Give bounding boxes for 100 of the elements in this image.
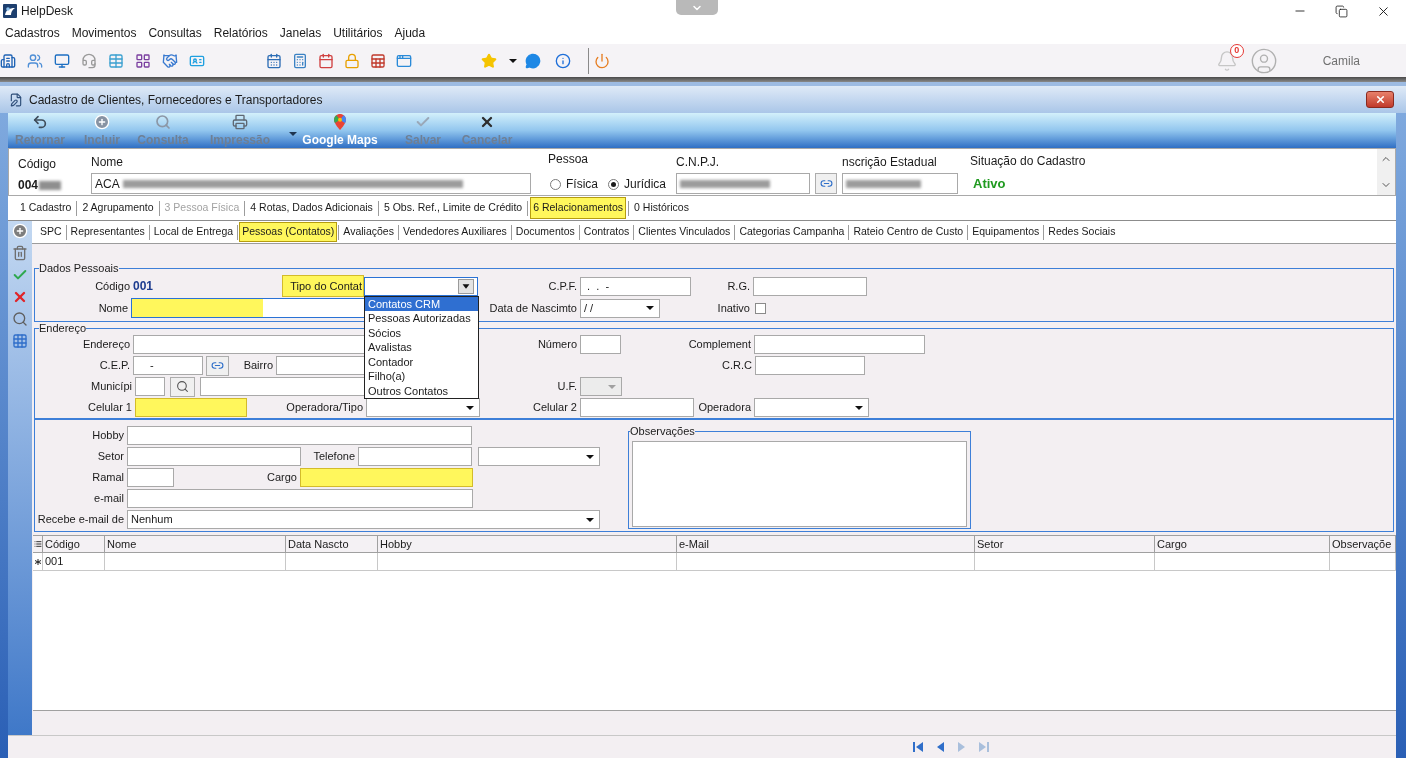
tab[interactable]: 4 Rotas, Dados Adicionais	[247, 197, 376, 219]
input-field[interactable]	[200, 377, 365, 396]
tab[interactable]: Contratos	[580, 222, 633, 242]
calculator-icon[interactable]	[292, 52, 308, 69]
dropdown-option[interactable]: Outros Contatos	[365, 383, 478, 398]
tab[interactable]: Redes Sociais	[1045, 222, 1119, 242]
input-field[interactable]	[135, 377, 165, 396]
notification-bell-icon[interactable]	[1215, 49, 1238, 72]
menu-item[interactable]: Janelas	[279, 24, 322, 42]
tab[interactable]: Equipamentos	[969, 222, 1043, 242]
window-icon[interactable]	[396, 52, 412, 69]
tab[interactable]: Categorias Campanha	[736, 222, 848, 242]
input-field[interactable]	[753, 276, 867, 296]
user-avatar-icon[interactable]	[1249, 46, 1278, 75]
search-icon[interactable]	[12, 311, 28, 327]
input-field[interactable]	[133, 335, 365, 354]
input-field[interactable]: -	[133, 356, 203, 375]
lock-icon[interactable]	[344, 52, 360, 69]
calendar-icon[interactable]	[318, 52, 334, 69]
table-icon[interactable]	[108, 52, 124, 69]
headset-icon[interactable]	[81, 52, 97, 69]
input-field[interactable]	[580, 398, 694, 417]
tab[interactable]: SPC	[37, 222, 65, 242]
input-field[interactable]	[135, 398, 247, 417]
input-field[interactable]	[127, 468, 174, 487]
input-field[interactable]	[127, 489, 473, 508]
column-header[interactable]: Código	[43, 536, 105, 552]
chat-bubble-icon[interactable]	[525, 52, 541, 69]
menu-item[interactable]: Movimentos	[71, 24, 137, 42]
monitor-icon[interactable]	[54, 52, 70, 69]
radio-option[interactable]: Jurídica	[608, 175, 667, 193]
input-field[interactable]	[842, 173, 958, 194]
column-header[interactable]: Nome	[105, 536, 286, 552]
text-area[interactable]	[632, 441, 967, 527]
menu-item[interactable]: Ajuda	[394, 24, 426, 42]
search-button[interactable]	[206, 355, 229, 376]
column-header[interactable]: Setor	[975, 536, 1155, 552]
caret-down-icon[interactable]	[509, 58, 517, 63]
close-button[interactable]	[1366, 91, 1394, 108]
search-button[interactable]	[815, 173, 837, 194]
combo-box[interactable]: / /	[580, 298, 660, 318]
spreadsheet-icon[interactable]	[370, 52, 386, 69]
dropdown-option[interactable]: Sócios	[365, 325, 478, 340]
input-field[interactable]	[358, 447, 472, 466]
tab[interactable]: 2 Agrupamento	[79, 197, 157, 219]
input-field[interactable]	[131, 298, 365, 318]
grid-icon[interactable]	[12, 333, 28, 349]
dropdown-option[interactable]: Contador	[365, 354, 478, 369]
dropdown-option[interactable]: Pessoas Autorizadas	[365, 311, 478, 326]
tab[interactable]: 5 Obs. Ref., Limite de Crédito	[380, 197, 526, 219]
building-icon[interactable]	[0, 52, 16, 69]
dropdown-option[interactable]: Contatos CRM	[365, 296, 478, 311]
tab[interactable]: Rateio Centro de Custo	[850, 222, 967, 242]
trash-icon[interactable]	[12, 245, 28, 261]
first-page-icon[interactable]	[913, 742, 923, 752]
input-field[interactable]	[300, 468, 473, 487]
star-icon[interactable]	[481, 52, 497, 69]
tab[interactable]: 6 Relacionamentos	[530, 197, 627, 219]
people-icon[interactable]	[27, 52, 43, 69]
tab[interactable]: Local de Entrega	[150, 222, 237, 242]
column-header[interactable]: Hobby	[378, 536, 677, 552]
previous-page-icon[interactable]	[935, 742, 945, 752]
tab[interactable]: Avaliações	[340, 222, 397, 242]
input-field[interactable]	[676, 173, 810, 194]
scrollbar[interactable]	[1377, 149, 1395, 195]
collapse-tab-button[interactable]	[676, 0, 718, 15]
handshake-icon[interactable]	[162, 52, 178, 69]
input-field[interactable]	[754, 335, 925, 354]
tab[interactable]: Documentos	[512, 222, 578, 242]
menu-item[interactable]: Cadastros	[5, 24, 60, 42]
tab[interactable]: Clientes Vinculados	[635, 222, 734, 242]
search-button[interactable]	[170, 376, 195, 397]
column-header[interactable]: e-Mail	[677, 536, 975, 552]
column-header[interactable]: Data Nascto	[286, 536, 378, 552]
plus-circle-icon[interactable]	[12, 223, 28, 239]
input-field[interactable]	[580, 335, 621, 354]
checkbox[interactable]	[755, 302, 766, 314]
tab[interactable]: 0 Históricos	[631, 197, 692, 219]
menu-item[interactable]: Utilitários	[333, 24, 383, 42]
input-field[interactable]: ACA	[91, 173, 531, 194]
list-icon[interactable]	[33, 540, 42, 548]
menu-item[interactable]: Consultas	[148, 24, 202, 42]
radio-option[interactable]: Física	[550, 175, 598, 193]
tab[interactable]: Representantes	[67, 222, 148, 242]
dropdown-option[interactable]: Filho(a)	[365, 369, 478, 384]
tab[interactable]: Vendedores Auxiliares	[399, 222, 510, 242]
calendar-grid-icon[interactable]	[266, 52, 282, 69]
column-header[interactable]: Cargo	[1155, 536, 1330, 552]
input-field[interactable]: . . -	[580, 276, 691, 296]
tab[interactable]: Pessoas (Contatos)	[239, 222, 338, 242]
input-field[interactable]	[127, 426, 472, 445]
grid-icon[interactable]	[135, 52, 151, 69]
input-field[interactable]	[127, 447, 301, 466]
input-field[interactable]	[276, 356, 365, 375]
dropdown-option[interactable]: Avalistas	[365, 340, 478, 355]
tab[interactable]: 1 Cadastro	[17, 197, 75, 219]
restore-icon[interactable]	[1335, 4, 1348, 18]
combo-box[interactable]: Nenhum	[127, 510, 600, 529]
power-icon[interactable]	[594, 52, 610, 69]
info-icon[interactable]	[555, 52, 571, 69]
